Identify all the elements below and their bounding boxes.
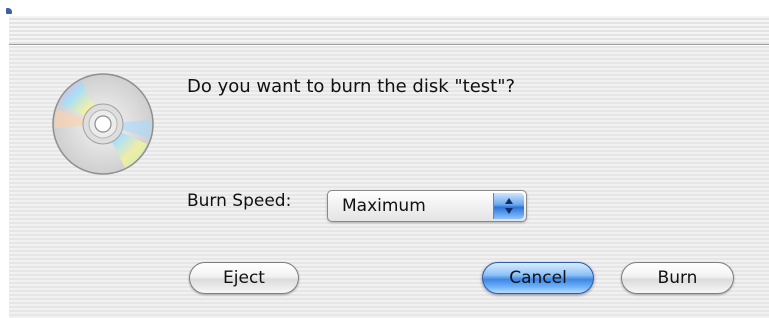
- dialog-message: Do you want to burn the disk "test"?: [187, 76, 516, 97]
- cancel-button[interactable]: Cancel: [482, 262, 594, 294]
- popup-arrows-icon: [493, 193, 524, 219]
- burn-button[interactable]: Burn: [621, 262, 734, 294]
- burn-speed-popup[interactable]: Maximum: [327, 190, 527, 222]
- window-corner-indicator: [6, 8, 12, 14]
- dialog-title-bar[interactable]: [9, 16, 769, 45]
- eject-button[interactable]: Eject: [189, 262, 299, 294]
- burn-speed-value: Maximum: [342, 196, 426, 216]
- cd-disc-icon: [52, 73, 154, 175]
- burn-speed-label: Burn Speed:: [187, 191, 292, 211]
- burn-disc-dialog: Do you want to burn the disk "test"? Bur…: [9, 16, 769, 318]
